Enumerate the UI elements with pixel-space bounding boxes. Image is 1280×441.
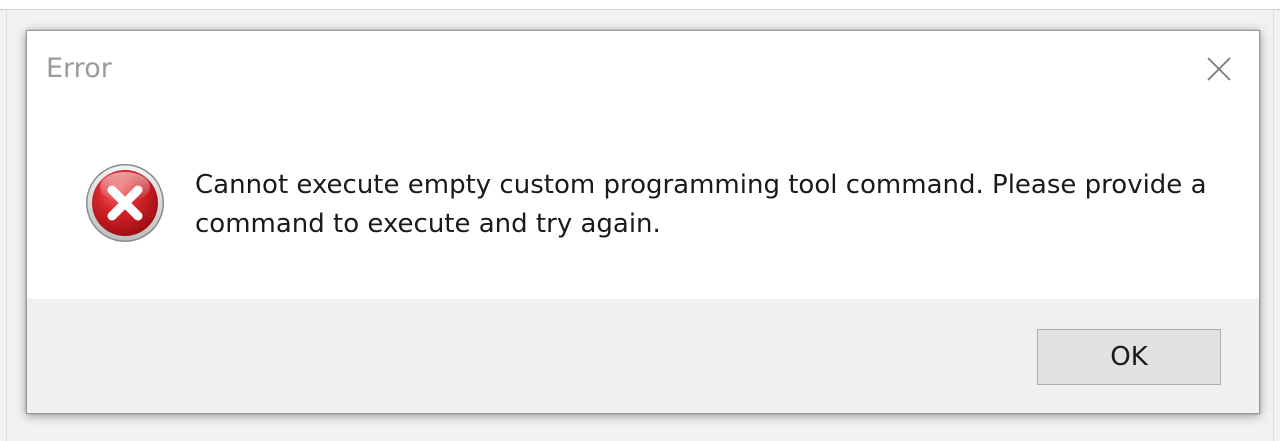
- error-message-line: Cannot execute empty custom programming …: [195, 170, 1207, 200]
- close-button[interactable]: [1201, 51, 1237, 87]
- dialog-footer: OK: [27, 299, 1259, 413]
- dialog-title-bar[interactable]: Error: [27, 31, 1259, 107]
- background-window-edge: [0, 0, 1280, 10]
- dialog-content: Cannot execute empty custom programming …: [27, 107, 1259, 299]
- background-window-edge: [6, 10, 7, 441]
- error-x-icon: [86, 164, 164, 242]
- dialog-title: Error: [46, 53, 112, 84]
- error-message: Cannot execute empty custom programming …: [195, 166, 1235, 244]
- ok-button[interactable]: OK: [1037, 329, 1221, 385]
- error-message-line: command to execute and try again.: [195, 209, 661, 239]
- error-dialog: Error Cannot execute empty custom progra…: [26, 30, 1260, 414]
- background-window-edge: [1273, 10, 1274, 441]
- close-icon: [1207, 57, 1231, 81]
